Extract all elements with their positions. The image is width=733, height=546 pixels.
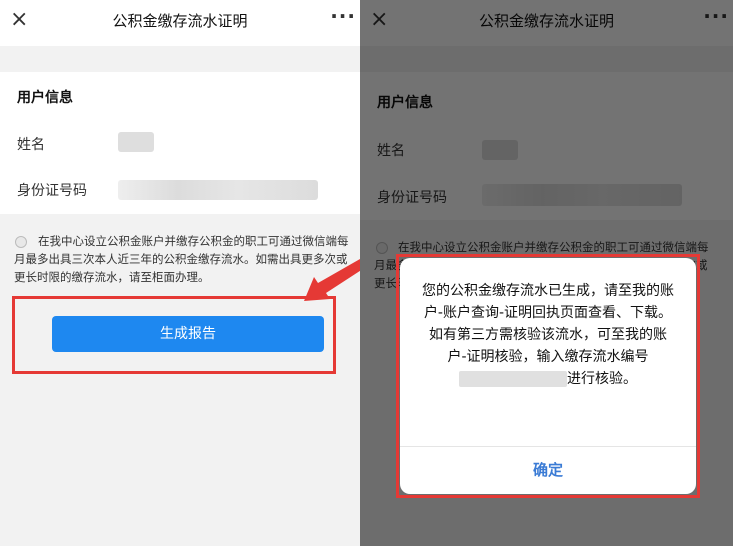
left-screen: × 公积金缴存流水证明 ··· 用户信息 姓名 身份证号码 在我中心设立公积金账… bbox=[0, 0, 360, 546]
section-title: 用户信息 bbox=[17, 90, 73, 106]
id-label: 身份证号码 bbox=[17, 183, 87, 199]
name-label: 姓名 bbox=[17, 137, 45, 153]
title-bar: × 公积金缴存流水证明 ··· bbox=[0, 0, 360, 46]
highlight-box bbox=[396, 254, 700, 498]
pointer-arrow-icon bbox=[304, 259, 360, 301]
user-info-card: 用户信息 姓名 身份证号码 bbox=[0, 72, 360, 214]
id-value-redacted bbox=[118, 180, 318, 200]
page-title: 公积金缴存流水证明 bbox=[112, 12, 248, 30]
right-screen: × 公积金缴存流水证明 ··· 用户信息 姓名 身份证号码 在我中心设立公积金账… bbox=[360, 0, 733, 546]
name-value-redacted bbox=[118, 132, 154, 152]
highlight-box bbox=[12, 296, 336, 374]
spacer bbox=[0, 46, 360, 72]
more-icon[interactable]: ··· bbox=[330, 4, 356, 28]
